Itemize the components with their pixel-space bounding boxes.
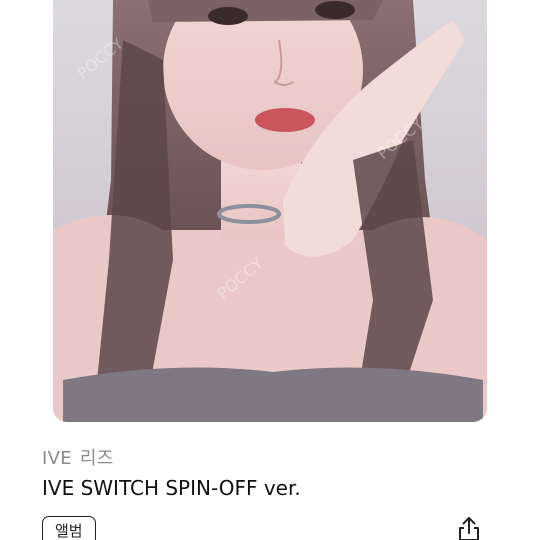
share-icon	[459, 517, 479, 540]
group-name[interactable]: IVE	[42, 448, 72, 469]
artist-member-line: IVE 리즈	[42, 444, 114, 470]
share-button[interactable]	[452, 515, 486, 540]
photocard-image[interactable]: POCCY POCCY POCCY	[53, 0, 487, 422]
product-detail-screen: POCCY POCCY POCCY IVE 리즈 IVE SWITCH SPIN-…	[0, 0, 540, 540]
member-name[interactable]: 리즈	[80, 448, 114, 469]
photocard-illustration: POCCY POCCY POCCY	[53, 0, 487, 422]
product-title: IVE SWITCH SPIN-OFF ver.	[42, 476, 301, 500]
category-badge[interactable]: 앨범	[42, 516, 96, 540]
